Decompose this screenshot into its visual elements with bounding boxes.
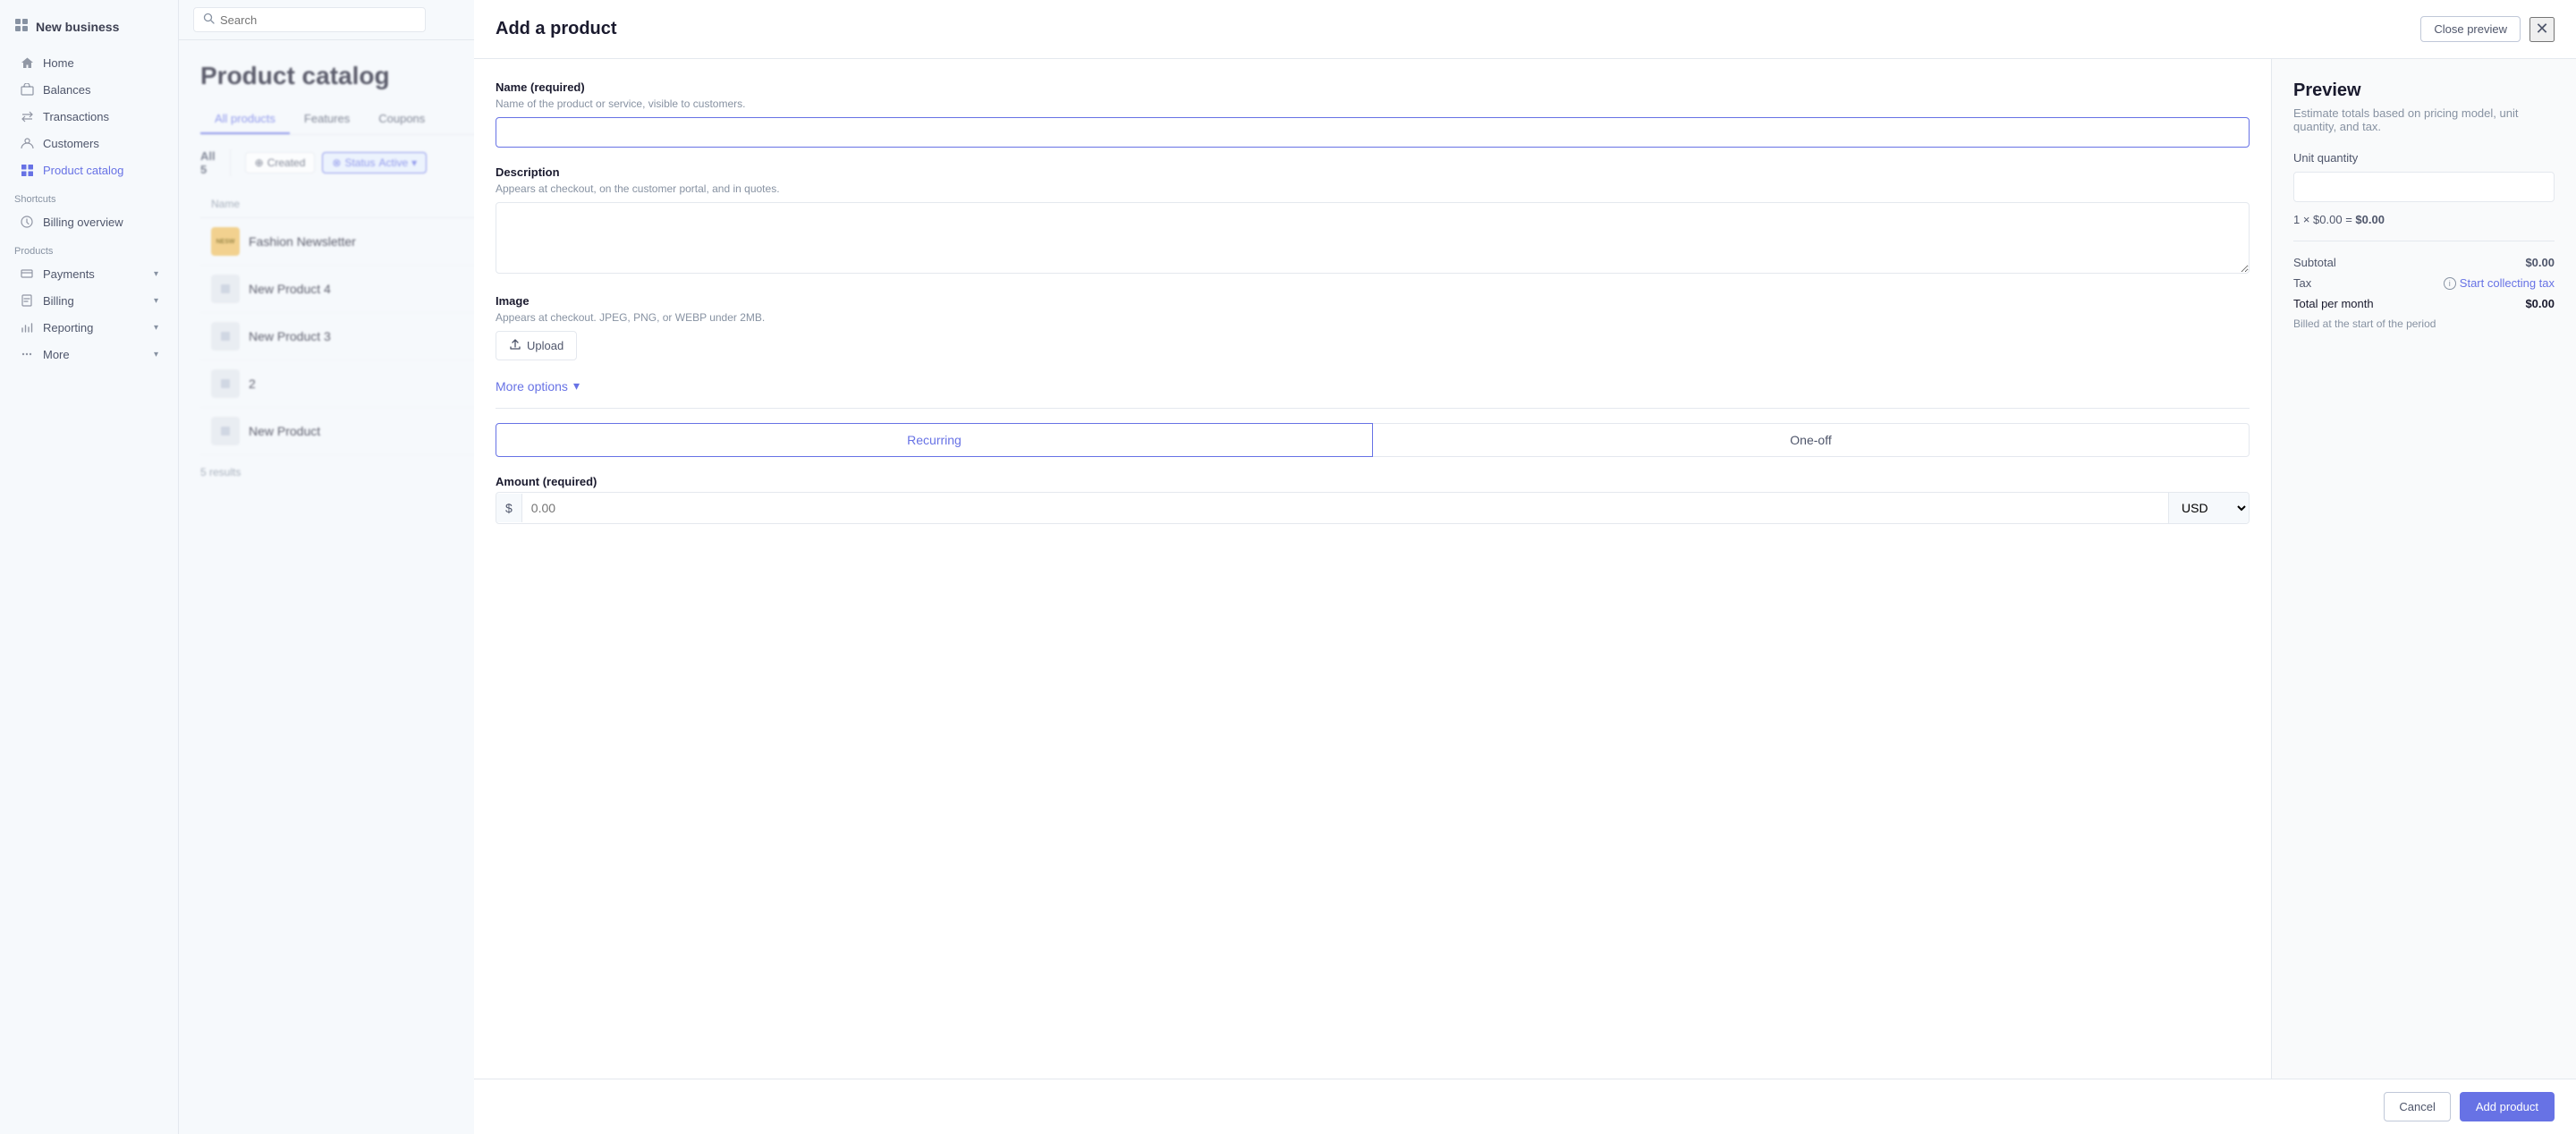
modal-header-actions: Close preview ✕: [2420, 16, 2555, 42]
modal-form: Name (required) Name of the product or s…: [474, 59, 2272, 1079]
image-label: Image: [496, 294, 2250, 308]
billed-note: Billed at the start of the period: [2293, 317, 2555, 330]
total-label: Total per month: [2293, 297, 2374, 310]
name-hint: Name of the product or service, visible …: [496, 97, 2250, 110]
tax-row: Tax i Start collecting tax: [2293, 276, 2555, 290]
total-row: Total per month $0.00: [2293, 297, 2555, 310]
preview-calculation: 1 × $0.00 = $0.00: [2293, 213, 2555, 226]
description-label: Description: [496, 165, 2250, 179]
pricing-tab-one-off[interactable]: One-off: [1373, 423, 2250, 457]
modal-header: Add a product Close preview ✕: [474, 0, 2576, 59]
modal-body: Name (required) Name of the product or s…: [474, 59, 2576, 1079]
more-options-button[interactable]: More options ▾: [496, 378, 580, 394]
main-content: Product catalog All products Features Co…: [179, 0, 2576, 1134]
modal-panel: Add a product Close preview ✕ Name (requ…: [474, 0, 2576, 1134]
modal-footer: Cancel Add product: [474, 1079, 2576, 1134]
unit-quantity-input[interactable]: 1: [2293, 172, 2555, 202]
more-options-label: More options: [496, 379, 568, 394]
name-label: Name (required): [496, 80, 2250, 94]
tax-label: Tax: [2293, 276, 2311, 290]
name-input[interactable]: [496, 117, 2250, 148]
total-value: $0.00: [2525, 297, 2555, 310]
currency-select[interactable]: USD EUR GBP: [2168, 493, 2249, 523]
pricing-tab-recurring[interactable]: Recurring: [496, 423, 1373, 457]
preview-title: Preview: [2293, 80, 2555, 101]
section-divider: [496, 408, 2250, 409]
unit-quantity-label: Unit quantity: [2293, 151, 2555, 165]
amount-input-group: $ USD EUR GBP: [496, 492, 2250, 524]
description-field-group: Description Appears at checkout, on the …: [496, 165, 2250, 276]
preview-subtitle: Estimate totals based on pricing model, …: [2293, 106, 2555, 133]
add-product-button[interactable]: Add product: [2460, 1092, 2555, 1121]
upload-icon: [509, 338, 521, 353]
description-input[interactable]: [496, 202, 2250, 274]
currency-symbol: $: [496, 494, 522, 522]
image-field-group: Image Appears at checkout. JPEG, PNG, or…: [496, 294, 2250, 360]
subtotal-label: Subtotal: [2293, 256, 2336, 269]
start-collecting-tax-link[interactable]: i Start collecting tax: [2444, 276, 2555, 290]
name-field-group: Name (required) Name of the product or s…: [496, 80, 2250, 148]
modal-title: Add a product: [496, 19, 617, 39]
amount-input[interactable]: [522, 494, 2168, 522]
pricing-tabs: Recurring One-off: [496, 423, 2250, 457]
description-hint: Appears at checkout, on the customer por…: [496, 182, 2250, 195]
amount-field-group: Amount (required) $ USD EUR GBP: [496, 475, 2250, 524]
amount-label: Amount (required): [496, 475, 2250, 488]
subtotal-value: $0.00: [2525, 256, 2555, 269]
close-modal-button[interactable]: ✕: [2529, 17, 2555, 42]
chevron-down-icon: ▾: [573, 378, 580, 394]
close-preview-button[interactable]: Close preview: [2420, 16, 2521, 42]
modal-container: Add a product Close preview ✕ Name (requ…: [179, 0, 2576, 1134]
upload-button[interactable]: Upload: [496, 331, 577, 360]
subtotal-row: Subtotal $0.00: [2293, 256, 2555, 269]
image-hint: Appears at checkout. JPEG, PNG, or WEBP …: [496, 311, 2250, 324]
cancel-button[interactable]: Cancel: [2384, 1092, 2450, 1121]
info-icon: i: [2444, 277, 2456, 290]
modal-preview: Preview Estimate totals based on pricing…: [2272, 59, 2576, 1079]
